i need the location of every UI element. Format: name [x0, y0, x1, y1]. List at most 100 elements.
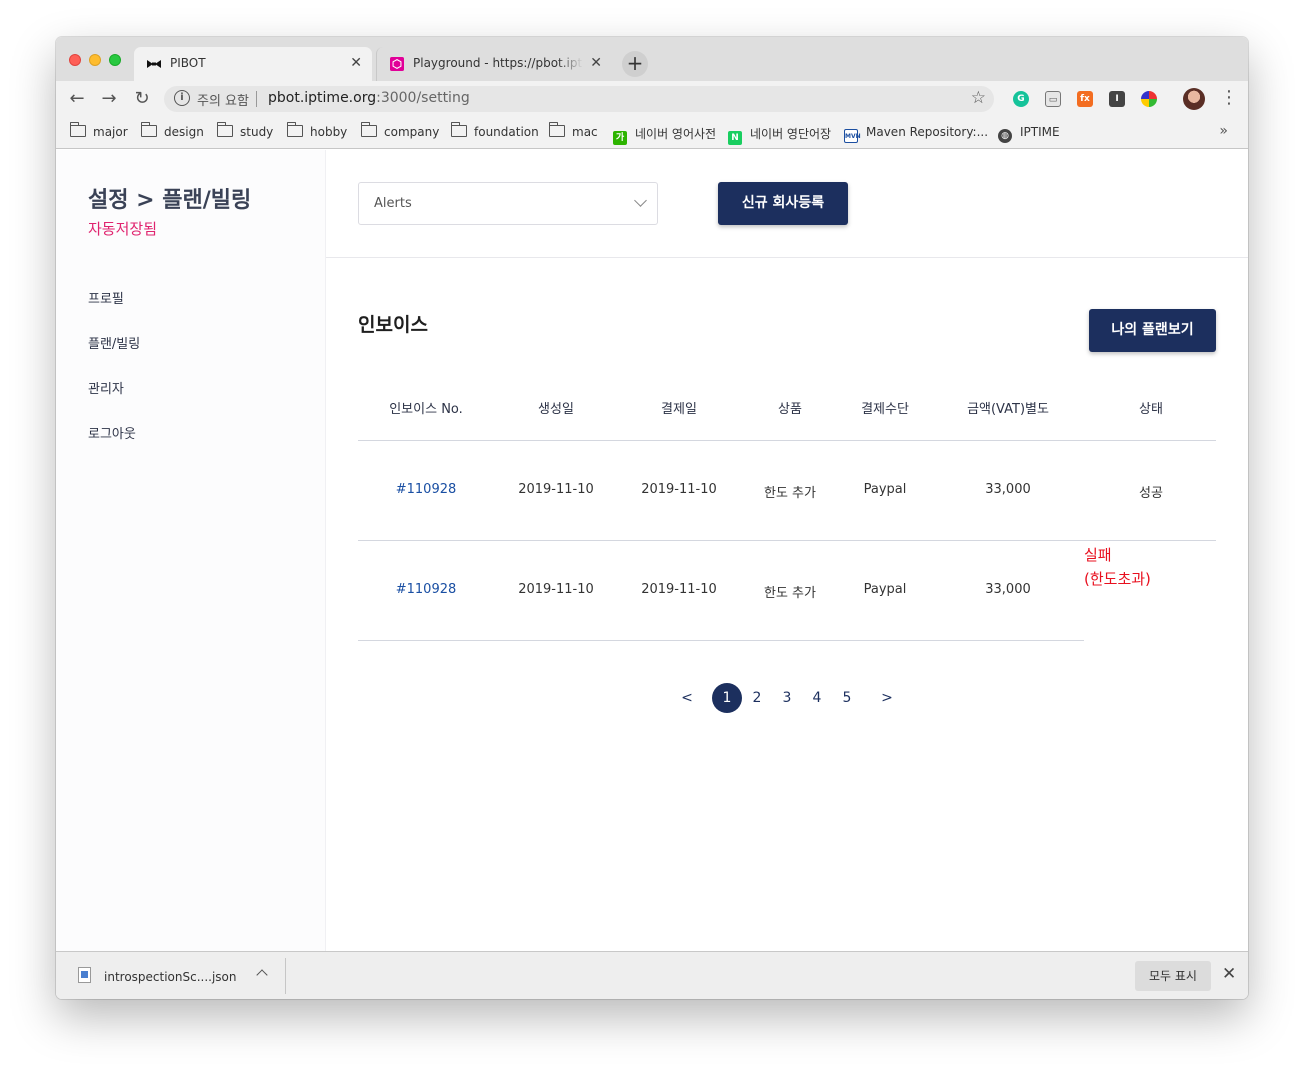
- tab-title: PIBOT: [170, 56, 206, 70]
- browser-window: PIBOT ✕ Playground - https://pbot.iptime…: [56, 37, 1248, 999]
- product: 한도 추가: [764, 586, 816, 601]
- grammarly-extension-icon[interactable]: G: [1013, 91, 1029, 107]
- show-all-downloads-button[interactable]: 모두 표시: [1135, 961, 1211, 991]
- maximize-window-button[interactable]: [109, 54, 121, 66]
- payment-method: Paypal: [863, 482, 907, 497]
- prev-page-button[interactable]: <: [672, 683, 702, 713]
- page-button-current[interactable]: 1: [712, 683, 742, 713]
- fail-label: 실패: [1084, 546, 1112, 564]
- bookmark-label: hobby: [310, 125, 348, 139]
- autosave-status: 자동저장됨: [88, 220, 158, 238]
- bookmark-folder[interactable]: design: [140, 122, 204, 141]
- new-tab-button[interactable]: +: [622, 51, 648, 77]
- fail-reason: (한도초과): [1084, 570, 1151, 588]
- tab-pibot[interactable]: PIBOT ✕: [134, 47, 372, 81]
- company-select[interactable]: Alerts: [358, 182, 658, 225]
- info-icon[interactable]: i: [174, 90, 190, 106]
- bookmark-folder[interactable]: mac: [548, 122, 598, 141]
- view-my-plan-button[interactable]: 나의 플랜보기: [1089, 309, 1216, 352]
- screen-extension-icon[interactable]: ▭: [1045, 91, 1061, 107]
- pagination: < 1 2 3 4 5 >: [326, 683, 1248, 713]
- column-header: 상품: [778, 402, 802, 417]
- bookmark-folder[interactable]: study: [216, 122, 274, 141]
- tab-strip: PIBOT ✕ Playground - https://pbot.iptime…: [56, 37, 1248, 81]
- status-failed: 실패 (한도초과): [1084, 543, 1151, 591]
- page-button[interactable]: 2: [742, 683, 772, 713]
- paid-date: 2019-11-10: [641, 582, 717, 597]
- bookmark-label: Maven Repository:...: [866, 125, 989, 139]
- omnibox-separator: [256, 91, 257, 107]
- bookmark-link[interactable]: 가 네이버 영어사전: [613, 125, 717, 145]
- download-item[interactable]: introspectionSc....json: [104, 970, 237, 984]
- bookmark-folder[interactable]: major: [69, 122, 128, 141]
- close-window-button[interactable]: [69, 54, 81, 66]
- row-divider: [358, 540, 1216, 541]
- globe-icon: ◍: [998, 129, 1012, 143]
- bookmark-label: mac: [572, 125, 598, 139]
- next-page-button[interactable]: >: [872, 683, 902, 713]
- top-bar: Alerts 신규 회사등록: [326, 150, 1248, 258]
- security-label: 주의 요함: [197, 94, 249, 109]
- invoice-number-link[interactable]: #110928: [358, 482, 494, 497]
- naver-icon: N: [728, 131, 742, 145]
- browser-menu-icon[interactable]: ⋮: [1220, 87, 1238, 109]
- close-icon[interactable]: ✕: [1222, 964, 1236, 984]
- color-extension-icon[interactable]: [1141, 91, 1157, 107]
- bookmark-link[interactable]: ◍ IPTIME: [998, 125, 1060, 143]
- maven-icon: MVN: [844, 129, 861, 143]
- status-success: 성공: [1139, 486, 1163, 501]
- url-host: pbot.iptime.org: [268, 90, 377, 106]
- paid-date: 2019-11-10: [641, 482, 717, 497]
- row-divider: [358, 640, 1084, 641]
- bookmark-folder[interactable]: foundation: [450, 122, 539, 141]
- sidebar-item-admin[interactable]: 관리자: [88, 378, 124, 397]
- bookmark-link[interactable]: N 네이버 영단어장: [728, 125, 832, 145]
- reload-icon[interactable]: ↻: [131, 88, 153, 110]
- register-company-button[interactable]: 신규 회사등록: [718, 182, 848, 225]
- bookmark-label: 네이버 영어사전: [635, 127, 717, 141]
- bookmark-label: study: [240, 125, 274, 139]
- settings-sidebar: 설정 > 플랜/빌링 자동저장됨 프로필 플랜/빌링 관리자 로그아웃: [56, 150, 326, 951]
- graphql-favicon-icon: [390, 57, 404, 71]
- text-extension-icon[interactable]: I: [1109, 91, 1125, 107]
- column-header: 인보이스 No.: [389, 402, 463, 417]
- payment-method: Paypal: [863, 582, 907, 597]
- bookmark-label: 네이버 영단어장: [750, 127, 832, 141]
- column-header: 결제수단: [861, 402, 909, 417]
- folder-icon: [140, 122, 157, 137]
- chevron-up-icon[interactable]: [256, 969, 268, 981]
- created-date: 2019-11-10: [518, 582, 594, 597]
- close-tab-icon[interactable]: ✕: [590, 55, 602, 71]
- minimize-window-button[interactable]: [89, 54, 101, 66]
- sidebar-item-profile[interactable]: 프로필: [88, 288, 124, 307]
- sidebar-item-logout[interactable]: 로그아웃: [88, 423, 136, 442]
- product: 한도 추가: [764, 486, 816, 501]
- invoice-number-link[interactable]: #110928: [358, 582, 494, 597]
- more-bookmarks-icon[interactable]: »: [1219, 123, 1228, 139]
- page-button[interactable]: 5: [832, 683, 862, 713]
- page-button[interactable]: 4: [802, 683, 832, 713]
- forward-arrow-icon[interactable]: →: [98, 88, 120, 110]
- address-bar[interactable]: i 주의 요함 pbot.iptime.org:3000/setting ☆: [164, 86, 994, 112]
- folder-icon: [360, 122, 377, 137]
- header-divider: [358, 440, 1216, 441]
- close-tab-icon[interactable]: ✕: [350, 55, 362, 71]
- download-separator: [285, 958, 286, 994]
- bookmark-folder[interactable]: hobby: [286, 122, 348, 141]
- amount: 33,000: [985, 482, 1031, 497]
- back-arrow-icon[interactable]: ←: [66, 88, 88, 110]
- page-title: 설정 > 플랜/빌링: [88, 188, 252, 213]
- folder-icon: [286, 122, 303, 137]
- bookmark-star-icon[interactable]: ☆: [971, 88, 986, 108]
- amount: 33,000: [985, 582, 1031, 597]
- page-button[interactable]: 3: [772, 683, 802, 713]
- sidebar-item-plan-billing[interactable]: 플랜/빌링: [88, 333, 140, 352]
- fx-extension-icon[interactable]: fx: [1077, 91, 1093, 107]
- bookmark-folder[interactable]: company: [360, 122, 439, 141]
- tab-playground[interactable]: Playground - https://pbot.iptime.org:300…: [376, 47, 612, 81]
- invoices-title: 인보이스: [358, 314, 428, 336]
- profile-avatar[interactable]: [1183, 88, 1205, 110]
- bookmark-link[interactable]: MVN Maven Repository:...: [844, 125, 989, 143]
- column-header: 생성일: [538, 402, 574, 417]
- created-date: 2019-11-10: [518, 482, 594, 497]
